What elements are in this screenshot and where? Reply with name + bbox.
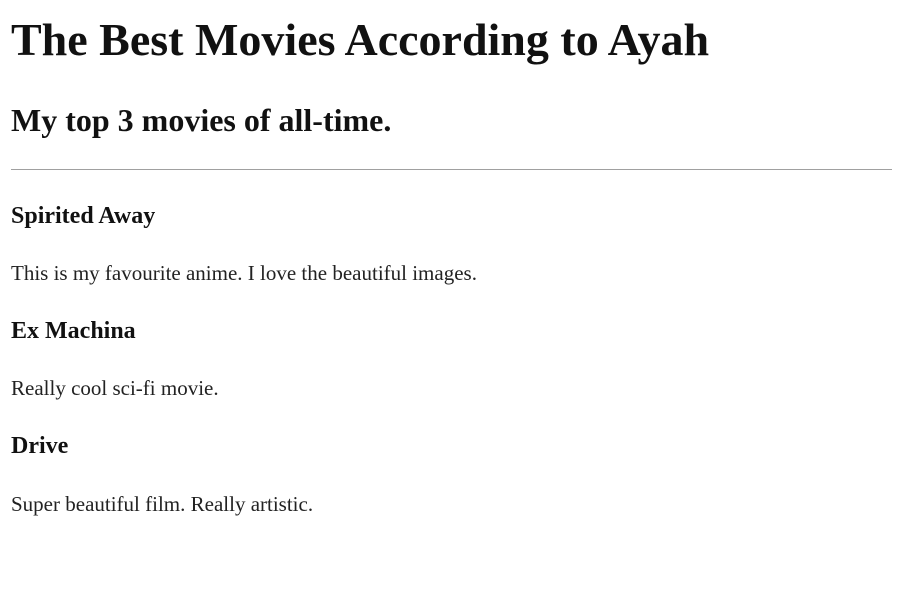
movie-description: Really cool sci-fi movie. (11, 376, 219, 400)
page: The Best Movies According to Ayah My top… (0, 0, 900, 594)
divider (11, 169, 892, 170)
movie-description: Super beautiful film. Really artistic. (11, 492, 314, 516)
movie-title: Spirited Away (11, 203, 156, 229)
page-subtitle: My top 3 movies of all-time. (11, 102, 392, 138)
movie-title: Ex Machina (11, 318, 136, 344)
movie-description: This is my favourite anime. I love the b… (11, 261, 477, 285)
movie-title: Drive (11, 433, 69, 459)
page-title: The Best Movies According to Ayah (11, 14, 710, 65)
